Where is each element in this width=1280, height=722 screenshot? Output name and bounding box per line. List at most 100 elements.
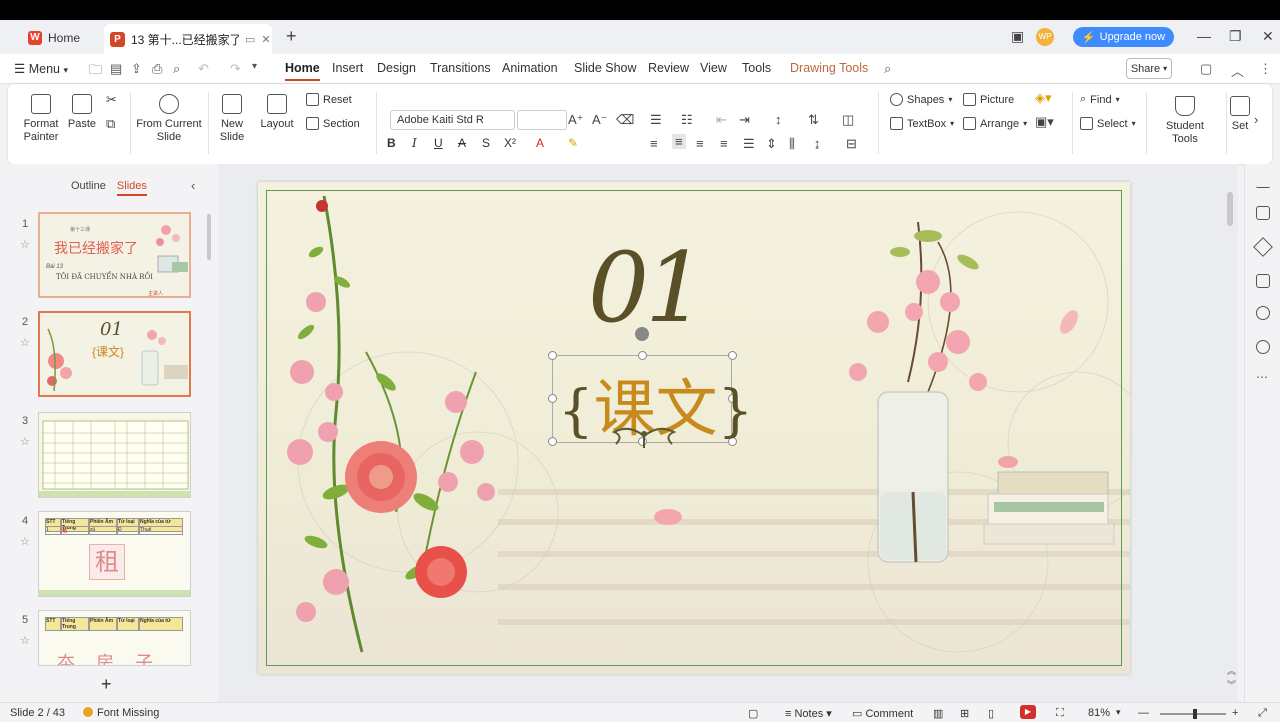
redo-icon[interactable]: ↷ — [230, 61, 241, 77]
cut-icon[interactable]: ✂ — [106, 92, 117, 108]
numbering-icon[interactable]: ☷ — [681, 112, 693, 128]
fullscreen-icon[interactable]: ⤢ — [1258, 707, 1267, 720]
tab-home[interactable]: Home — [285, 61, 320, 81]
layout-button[interactable]: Layout — [256, 94, 298, 131]
zoom-level[interactable]: 81% — [1088, 707, 1110, 719]
vase-and-books-image[interactable] — [818, 222, 1128, 592]
fill-color-icon[interactable]: ◈▾ — [1035, 90, 1052, 106]
superscript-icon[interactable]: X² — [504, 136, 516, 150]
user-avatar[interactable]: WP — [1036, 28, 1054, 46]
align-text-icon[interactable]: ⇕ — [766, 136, 777, 152]
line-spacing-icon[interactable]: ↕ — [775, 112, 782, 127]
adjust-settings-icon[interactable] — [1256, 274, 1270, 288]
align-right-icon[interactable]: ≡ — [696, 136, 704, 151]
shadow-icon[interactable]: S — [482, 136, 490, 150]
ribbon-scroll-right-icon[interactable]: › — [1254, 112, 1258, 127]
tab-insert[interactable]: Insert — [332, 61, 363, 75]
paragraph-spacing-icon[interactable]: ↨ — [814, 136, 821, 151]
align-left-icon[interactable]: ≡ — [650, 136, 658, 151]
slide-thumbnail-1[interactable]: 第十三课 我已经搬家了 Bài 13 TÔI ĐÃ CHUYỂN NHÀ RỒI… — [38, 212, 191, 298]
star-icon[interactable]: ☆ — [20, 435, 30, 448]
menu-button[interactable]: ☰ Menu ▾ — [14, 61, 68, 76]
history-icon[interactable] — [1256, 306, 1270, 320]
fit-window-icon[interactable]: ⛶ — [1056, 707, 1064, 720]
from-current-slide-button[interactable]: From Current Slide — [136, 94, 202, 144]
justify-icon[interactable]: ≡ — [720, 136, 728, 151]
decrease-font-icon[interactable]: A⁻ — [592, 112, 608, 128]
close-tab-icon[interactable]: ✕ — [261, 33, 270, 46]
collapse-panel-icon[interactable]: ‹ — [191, 178, 195, 193]
zoom-out-icon[interactable]: — — [1138, 707, 1149, 719]
arrange-button[interactable]: Arrange ▾ — [963, 117, 1027, 130]
text-box-options-icon[interactable]: ⊟ — [846, 136, 857, 152]
tab-animation[interactable]: Animation — [502, 61, 558, 75]
bold-icon[interactable]: B — [387, 136, 396, 150]
notes-button[interactable]: ≡ Notes ▾ — [785, 707, 832, 720]
tab-slides[interactable]: Slides — [116, 180, 147, 196]
tab-tools[interactable]: Tools — [742, 61, 771, 75]
quick-access-dropdown-icon[interactable]: ▾ — [252, 61, 257, 72]
minimize-icon[interactable]: — — [1197, 28, 1211, 44]
text-direction-icon[interactable]: ⇅ — [808, 112, 819, 128]
print-icon[interactable]: ⎙ — [152, 61, 162, 77]
student-tools-button[interactable]: Student Tools — [1152, 96, 1218, 146]
align-center-icon[interactable]: ≡ — [672, 134, 686, 149]
reset-button[interactable]: Reset — [306, 93, 352, 106]
textbox-button[interactable]: TextBox ▾ — [890, 117, 954, 130]
convert-smartart-icon[interactable]: ◫ — [842, 112, 854, 128]
save-icon[interactable]: ▤ — [110, 61, 122, 77]
copy-icon[interactable]: ⧉ — [106, 116, 115, 132]
highlight-icon[interactable]: ✎ — [568, 136, 578, 150]
export-icon[interactable]: ⇪ — [131, 61, 142, 77]
settings-button[interactable]: Set — [1230, 96, 1250, 133]
reading-view-icon[interactable]: ▯ — [988, 707, 994, 720]
format-painter-button[interactable]: Format Painter — [18, 94, 64, 144]
italic-icon[interactable]: I — [412, 136, 417, 150]
more-options-icon[interactable]: ⋮ — [1259, 61, 1272, 77]
star-icon[interactable]: ☆ — [20, 336, 30, 349]
panel-scrollbar[interactable] — [207, 214, 211, 260]
slideshow-play-icon[interactable]: ▶ — [1020, 705, 1036, 719]
window-mode-icon[interactable]: ▭ — [245, 33, 255, 46]
tab-outline[interactable]: Outline — [71, 180, 106, 192]
picture-button[interactable]: Picture — [963, 93, 1014, 106]
tab-design[interactable]: Design — [377, 61, 416, 75]
collapse-ribbon-icon[interactable]: ︿ — [1231, 61, 1244, 80]
slide-thumbnail-3[interactable] — [38, 412, 191, 498]
upgrade-button[interactable]: ⚡ Upgrade now — [1073, 27, 1174, 47]
help-icon[interactable] — [1256, 340, 1270, 354]
new-tab-button[interactable]: + — [286, 26, 297, 47]
star-icon[interactable] — [1253, 237, 1273, 257]
underline-icon[interactable]: U — [434, 136, 443, 150]
star-icon[interactable]: ☆ — [20, 634, 30, 647]
bullets-icon[interactable]: ☰ — [650, 112, 662, 128]
decrease-indent-icon[interactable]: ⇤ — [716, 112, 727, 128]
font-name-select[interactable]: Adobe Kaiti Std R — [390, 110, 515, 130]
font-missing-indicator[interactable]: Font Missing — [83, 707, 159, 719]
home-tab[interactable]: W Home — [4, 25, 100, 51]
undo-icon[interactable]: ↶ — [198, 61, 209, 77]
slide-sorter-icon[interactable]: ⊞ — [960, 707, 969, 720]
prev-slide-icon[interactable]: ︽ — [1227, 664, 1236, 677]
canvas-scrollbar[interactable] — [1227, 192, 1233, 226]
clear-format-icon[interactable]: ⌫ — [616, 112, 634, 128]
star-icon[interactable]: ☆ — [20, 238, 30, 251]
add-slide-button[interactable]: + — [101, 674, 112, 695]
zoom-dropdown-icon[interactable]: ▾ — [1116, 707, 1121, 718]
font-color-icon[interactable]: A — [536, 136, 544, 150]
tab-transitions[interactable]: Transitions — [430, 61, 491, 75]
resize-handle[interactable] — [548, 351, 557, 360]
resize-handle[interactable] — [548, 394, 557, 403]
fit-slide-icon[interactable]: ▢ — [748, 707, 758, 720]
more-icon[interactable]: ⋯ — [1256, 370, 1268, 384]
tab-slide-show[interactable]: Slide Show — [574, 61, 637, 75]
rotate-handle-icon[interactable] — [635, 327, 649, 341]
strikethrough-icon[interactable]: A — [458, 136, 466, 150]
select-button[interactable]: Select ▾ — [1080, 117, 1136, 130]
object-panel-icon[interactable] — [1256, 206, 1270, 220]
star-icon[interactable]: ☆ — [20, 535, 30, 548]
resize-handle[interactable] — [548, 437, 557, 446]
tab-view[interactable]: View — [700, 61, 727, 75]
sidebar-layout-icon[interactable]: ▣ — [1011, 28, 1024, 45]
new-slide-button[interactable]: New Slide — [214, 94, 250, 144]
